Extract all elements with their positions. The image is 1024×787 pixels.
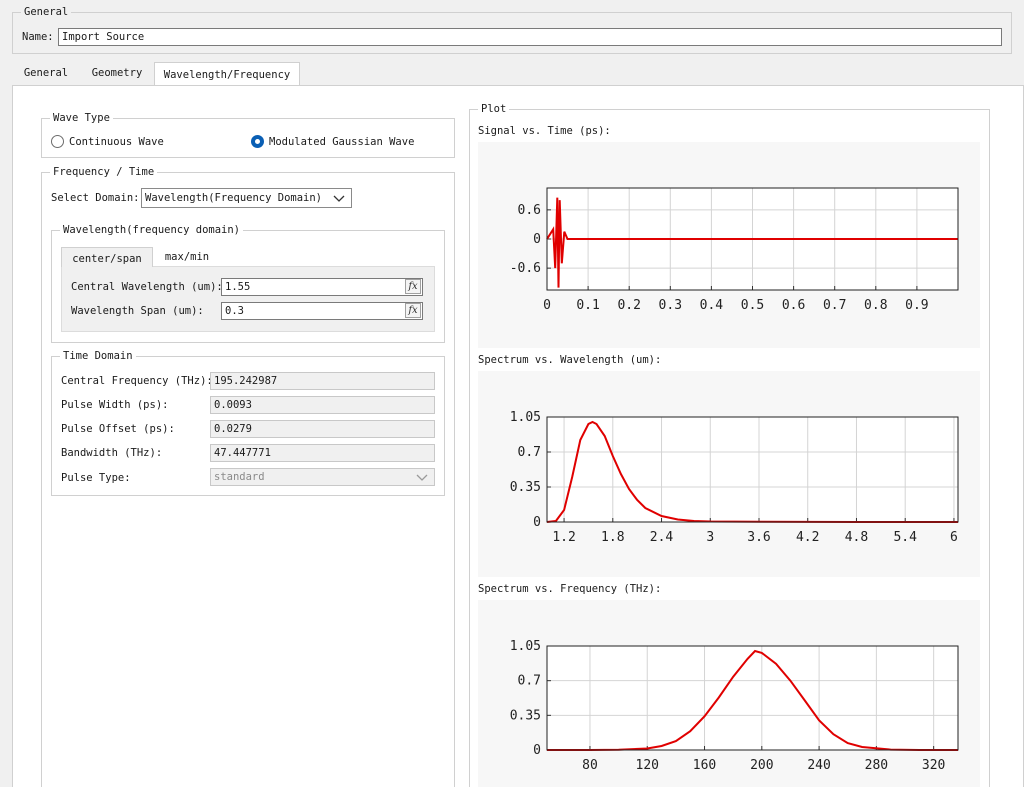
x-tick-label: 0.2 xyxy=(617,298,640,313)
signal-vs-time-chart: 0 0.1 0.2 0.3 0.4 0.5 0.6 0.7 0.8 0.9 0.6 0 -0.6 xyxy=(510,187,959,313)
name-input[interactable]: Import Source xyxy=(58,28,1002,46)
tab-max-min[interactable]: max/min xyxy=(156,250,218,264)
pulse-offset-value: 0.0279 xyxy=(210,420,435,438)
general-group-title: General xyxy=(21,5,72,19)
chart-title: Signal vs. Time (ps): xyxy=(478,125,611,137)
x-tick-label: 80 xyxy=(582,758,598,773)
pulse-type-label: Pulse Type: xyxy=(61,472,131,484)
x-tick-label: 320 xyxy=(922,758,945,773)
pulse-width-value: 0.0093 xyxy=(210,396,435,414)
x-tick-label: 1.8 xyxy=(601,530,624,545)
y-tick-label: 0.6 xyxy=(518,203,541,218)
y-tick-label: -0.6 xyxy=(510,261,541,276)
x-tick-label: 0.5 xyxy=(741,298,764,313)
y-tick-label: 1.05 xyxy=(510,639,541,654)
modulated-gaussian-label[interactable]: Modulated Gaussian Wave xyxy=(269,135,414,149)
y-tick-label: 0.7 xyxy=(518,674,541,689)
y-tick-label: 1.05 xyxy=(510,410,541,425)
wavelength-domain-title: Wavelength(frequency domain) xyxy=(60,223,244,237)
x-tick-label: 2.4 xyxy=(650,530,674,545)
spectrum-vs-wavelength-chart: 1.2 1.8 2.4 3 3.6 4.2 4.8 5.4 6 1.05 0.7 0.35 0 xyxy=(510,410,959,545)
plot-frame xyxy=(547,646,958,750)
select-domain-value: Wavelength(Frequency Domain) xyxy=(145,192,323,204)
tab-geometry[interactable]: Geometry xyxy=(86,66,148,80)
fx-icon[interactable]: fx xyxy=(405,279,421,294)
plot-frame xyxy=(547,417,958,522)
x-tick-label: 6 xyxy=(950,530,958,545)
x-tick-label: 0.3 xyxy=(659,298,682,313)
x-tick-label: 0.8 xyxy=(864,298,887,313)
wavelength-span-label: Wavelength Span (um): xyxy=(71,305,204,317)
x-tick-label: 280 xyxy=(865,758,888,773)
modulated-gaussian-radio[interactable] xyxy=(251,135,264,148)
bandwidth-label: Bandwidth (THz): xyxy=(61,447,163,459)
x-tick-label: 0.9 xyxy=(905,298,928,313)
wavelength-span-input[interactable]: 0.3 xyxy=(221,302,423,320)
wave-type-title: Wave Type xyxy=(50,111,113,125)
x-tick-label: 1.2 xyxy=(552,530,575,545)
continuous-wave-radio[interactable] xyxy=(51,135,64,148)
x-tick-label: 0 xyxy=(543,298,551,313)
pulse-type-value: standard xyxy=(214,471,265,483)
x-tick-label: 0.4 xyxy=(700,298,724,313)
x-tick-label: 240 xyxy=(807,758,830,773)
x-tick-label: 0.7 xyxy=(823,298,846,313)
x-tick-label: 5.4 xyxy=(893,530,917,545)
chart-title: Spectrum vs. Wavelength (um): xyxy=(478,354,662,366)
tab-center-span[interactable]: center/span xyxy=(61,247,153,267)
chart-title: Spectrum vs. Frequency (THz): xyxy=(478,583,662,595)
time-domain-title: Time Domain xyxy=(60,349,136,363)
y-tick-label: 0 xyxy=(533,743,541,758)
wavelength-tabs-panel xyxy=(61,266,435,332)
central-frequency-label: Central Frequency (THz): xyxy=(61,375,213,387)
fx-icon[interactable]: fx xyxy=(405,303,421,318)
spectrum-vs-frequency-chart: 80 120 160 200 240 280 320 1.05 0.7 0.35 0 xyxy=(510,639,959,773)
frequency-time-title: Frequency / Time xyxy=(50,165,158,179)
y-tick-label: 0.35 xyxy=(510,708,541,723)
bandwidth-value: 47.447771 xyxy=(210,444,435,462)
central-wavelength-input[interactable]: 1.55 xyxy=(221,278,423,296)
x-tick-label: 4.8 xyxy=(845,530,868,545)
chevron-down-icon xyxy=(416,474,428,481)
x-tick-label: 200 xyxy=(750,758,773,773)
y-tick-label: 0 xyxy=(533,232,541,247)
pulse-type-dropdown: standard xyxy=(210,468,435,486)
y-tick-label: 0 xyxy=(533,515,541,530)
x-tick-label: 3.6 xyxy=(747,530,770,545)
central-wavelength-label: Central Wavelength (um): xyxy=(71,281,223,293)
select-domain-dropdown[interactable]: Wavelength(Frequency Domain) xyxy=(141,188,352,208)
y-tick-label: 0.7 xyxy=(518,445,541,460)
central-frequency-value: 195.242987 xyxy=(210,372,435,390)
x-tick-label: 3 xyxy=(706,530,714,545)
chevron-down-icon xyxy=(333,195,345,202)
x-tick-label: 4.2 xyxy=(796,530,819,545)
x-tick-label: 120 xyxy=(636,758,659,773)
x-tick-label: 0.1 xyxy=(576,298,599,313)
name-label: Name: xyxy=(22,31,54,43)
plot-title: Plot xyxy=(478,102,510,116)
tab-general[interactable]: General xyxy=(18,66,74,80)
continuous-wave-label[interactable]: Continuous Wave xyxy=(69,135,164,149)
pulse-width-label: Pulse Width (ps): xyxy=(61,399,169,411)
pulse-offset-label: Pulse Offset (ps): xyxy=(61,423,175,435)
tab-wavelength-frequency[interactable]: Wavelength/Frequency xyxy=(154,62,300,86)
x-tick-label: 160 xyxy=(693,758,716,773)
x-tick-label: 0.6 xyxy=(782,298,805,313)
select-domain-label: Select Domain: xyxy=(51,192,140,204)
y-tick-label: 0.35 xyxy=(510,480,541,495)
